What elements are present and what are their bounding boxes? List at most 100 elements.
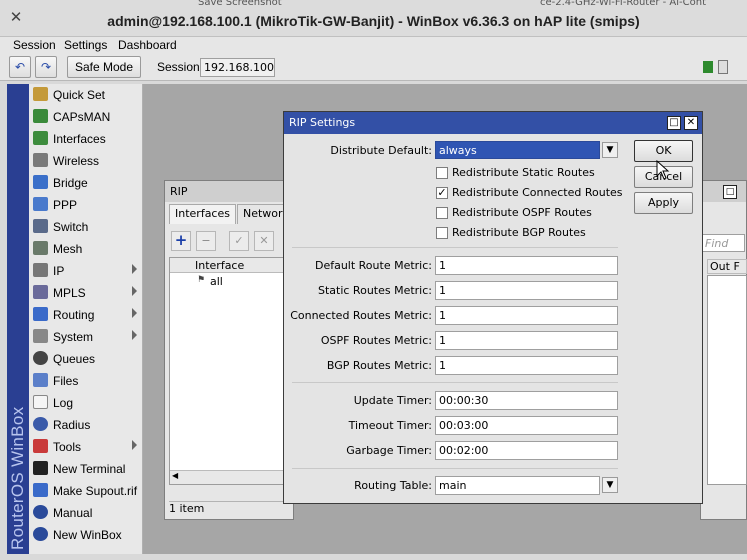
ip-icon	[33, 263, 48, 277]
brand-text: RouterOS WinBox	[8, 406, 27, 550]
sidebar-item-ppp[interactable]: PPP	[29, 194, 143, 216]
find-input[interactable]: Find	[701, 234, 745, 252]
status-bar: 1 item	[169, 501, 293, 516]
add-icon[interactable]: +	[171, 231, 191, 251]
dialog-titlebar: RIP Settings □ ✕	[284, 112, 702, 134]
redistribute-ospf-label: Redistribute OSPF Routes	[452, 206, 592, 219]
sidebar-item-ip[interactable]: IP	[29, 260, 143, 282]
submenu-arrow-icon	[132, 440, 137, 450]
sidebar-item-queues[interactable]: Queues	[29, 348, 143, 370]
sidebar-item-manual[interactable]: Manual	[29, 502, 143, 524]
capsman-icon	[33, 109, 48, 123]
update-timer-input[interactable]: 00:00:30	[435, 391, 618, 410]
system-icon	[33, 329, 48, 343]
distribute-default-select[interactable]: always	[435, 141, 600, 159]
chevron-down-icon[interactable]: ▼	[602, 477, 618, 493]
sidebar-item-new-terminal[interactable]: New Terminal	[29, 458, 143, 480]
row-interface: all	[210, 275, 223, 288]
distribute-default-label: Distribute Default:	[330, 144, 432, 157]
sidebar-item-make-supout[interactable]: Make Supout.rif	[29, 480, 143, 502]
enable-icon[interactable]: ✓	[229, 231, 249, 251]
dialog-title: RIP Settings	[289, 116, 356, 129]
column-interface[interactable]: Interface	[195, 259, 244, 272]
garbage-timer-input[interactable]: 00:02:00	[435, 441, 618, 460]
submenu-arrow-icon	[132, 286, 137, 296]
new-winbox-icon	[33, 527, 48, 541]
tab-interfaces[interactable]: Interfaces	[169, 204, 236, 224]
sidebar-item-files[interactable]: Files	[29, 370, 143, 392]
menu-settings[interactable]: Settings	[64, 38, 107, 52]
menu-session[interactable]: Session	[13, 38, 56, 52]
routing-table-select[interactable]: main	[435, 476, 600, 495]
wireless-icon	[33, 153, 48, 167]
bgp-routes-metric-input[interactable]: 1	[435, 356, 618, 375]
redistribute-connected-checkbox[interactable]: ✓	[436, 187, 448, 199]
ospf-routes-metric-label: OSPF Routes Metric:	[320, 334, 432, 347]
default-route-metric-input[interactable]: 1	[435, 256, 618, 275]
sidebar-item-bridge[interactable]: Bridge	[29, 172, 143, 194]
ok-button[interactable]: OK	[634, 140, 693, 162]
timeout-timer-label: Timeout Timer:	[348, 419, 432, 432]
sidebar-item-wireless[interactable]: Wireless	[29, 150, 143, 172]
redistribute-static-label: Redistribute Static Routes	[452, 166, 595, 179]
static-routes-metric-label: Static Routes Metric:	[317, 284, 432, 297]
remove-icon[interactable]: −	[196, 231, 216, 251]
radius-icon	[33, 417, 48, 431]
static-routes-metric-input[interactable]: 1	[435, 281, 618, 300]
queues-icon	[33, 351, 48, 365]
rip-window-right-titlebar: □	[701, 181, 746, 202]
scroll-left-icon[interactable]: ◀	[172, 471, 178, 480]
rip-settings-dialog: RIP Settings □ ✕ Distribute Default: alw…	[283, 111, 703, 504]
session-label: Session:	[157, 60, 204, 74]
sidebar-item-mpls[interactable]: MPLS	[29, 282, 143, 304]
menu-dashboard[interactable]: Dashboard	[118, 38, 177, 52]
redistribute-bgp-checkbox[interactable]	[436, 227, 448, 239]
apply-button[interactable]: Apply	[634, 192, 693, 214]
table-header: Interface	[170, 258, 292, 273]
undo-icon[interactable]: ↶	[9, 56, 31, 78]
ospf-routes-metric-input[interactable]: 1	[435, 331, 618, 350]
garbage-timer-label: Garbage Timer:	[346, 444, 432, 457]
redo-icon[interactable]: ↷	[35, 56, 57, 78]
lock-icon	[718, 60, 728, 74]
redistribute-ospf-checkbox[interactable]	[436, 207, 448, 219]
connected-routes-metric-label: Connected Routes Metric:	[290, 309, 432, 322]
sidebar-item-switch[interactable]: Switch	[29, 216, 143, 238]
disable-icon[interactable]: ✕	[254, 231, 274, 251]
default-route-metric-label: Default Route Metric:	[314, 259, 432, 272]
maximize-icon[interactable]: □	[667, 116, 681, 130]
sidebar-item-new-winbox[interactable]: New WinBox	[29, 524, 143, 546]
submenu-arrow-icon	[132, 264, 137, 274]
timeout-timer-input[interactable]: 00:03:00	[435, 416, 618, 435]
maximize-icon[interactable]: □	[723, 185, 737, 199]
connected-routes-metric-input[interactable]: 1	[435, 306, 618, 325]
table-row[interactable]: ⚑ all	[170, 274, 292, 289]
supout-icon	[33, 483, 48, 497]
sidebar-item-routing[interactable]: Routing	[29, 304, 143, 326]
sidebar-item-log[interactable]: Log	[29, 392, 143, 414]
sidebar-item-system[interactable]: System	[29, 326, 143, 348]
sidebar-item-mesh[interactable]: Mesh	[29, 238, 143, 260]
rip-window-right: □ Find Out F	[700, 180, 747, 520]
horizontal-scrollbar[interactable]: ◀	[170, 470, 292, 484]
chevron-down-icon[interactable]: ▼	[602, 142, 618, 158]
files-icon	[33, 373, 48, 387]
routing-table-label: Routing Table:	[354, 479, 432, 492]
sidebar-item-interfaces[interactable]: Interfaces	[29, 128, 143, 150]
tools-icon	[33, 439, 48, 453]
mesh-icon	[33, 241, 48, 255]
sidebar-item-capsman[interactable]: CAPsMAN	[29, 106, 143, 128]
sidebar-item-tools[interactable]: Tools	[29, 436, 143, 458]
session-field[interactable]: 192.168.100.1	[200, 58, 275, 77]
close-icon[interactable]: ✕	[684, 116, 698, 130]
sidebar-item-quick-set[interactable]: Quick Set	[29, 84, 143, 106]
switch-icon	[33, 219, 48, 233]
sidebar-item-radius[interactable]: Radius	[29, 414, 143, 436]
column-out-filter[interactable]: Out F	[707, 259, 747, 274]
redistribute-static-checkbox[interactable]	[436, 167, 448, 179]
sidebar: Quick Set CAPsMAN Interfaces Wireless Br…	[29, 84, 143, 554]
mpls-icon	[33, 285, 48, 299]
safe-mode-button[interactable]: Safe Mode	[67, 56, 141, 78]
submenu-arrow-icon	[132, 330, 137, 340]
submenu-arrow-icon	[132, 308, 137, 318]
